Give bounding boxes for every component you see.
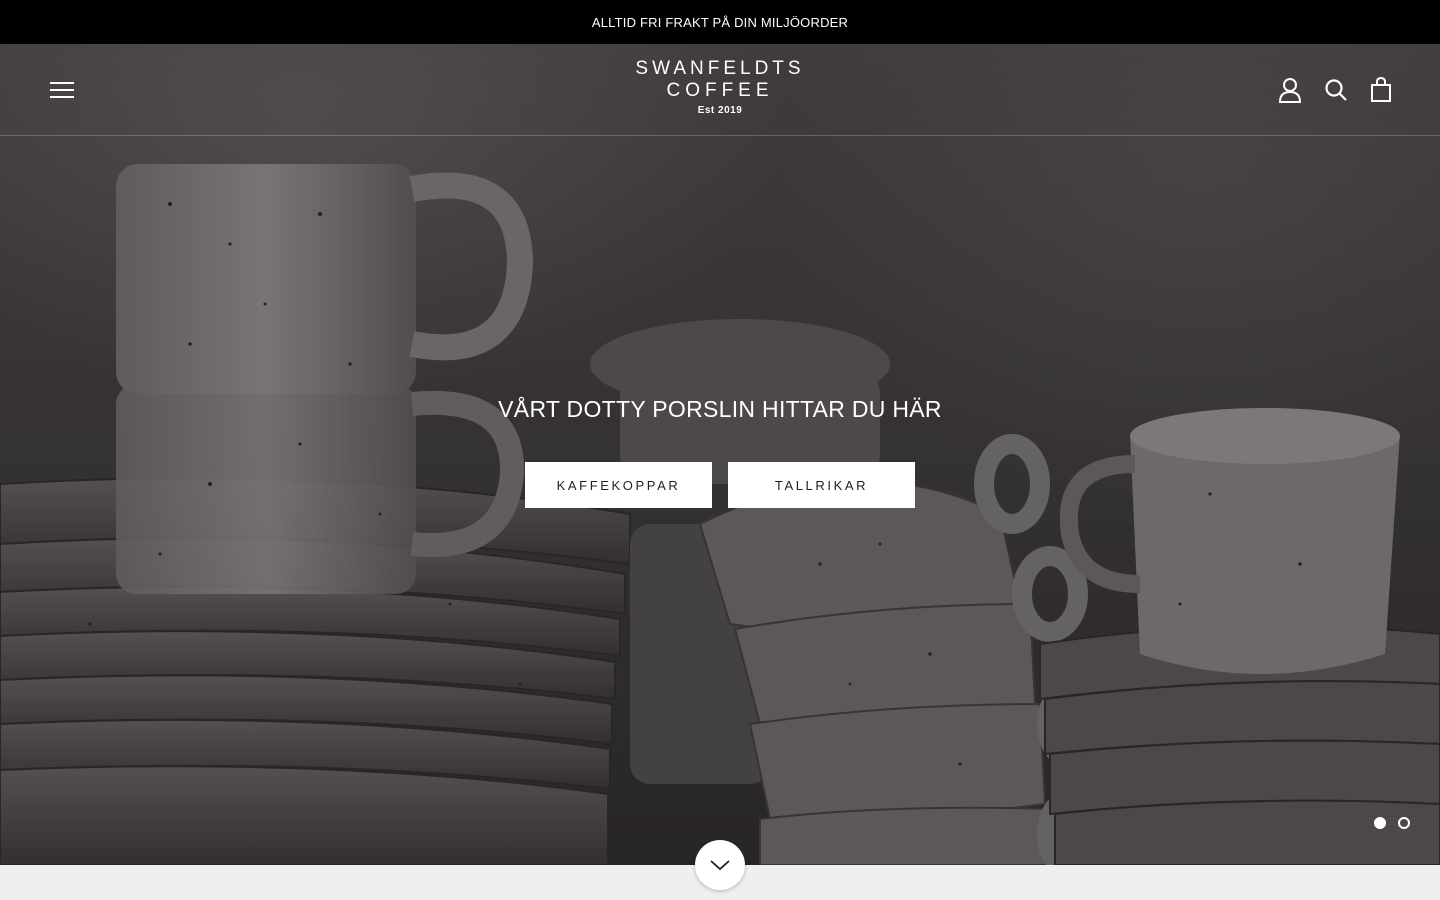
chevron-down-icon xyxy=(710,860,730,871)
search-icon[interactable] xyxy=(1322,76,1350,104)
announcement-text: ALLTID FRI FRAKT PÅ DIN MILJÖORDER xyxy=(591,14,849,30)
scroll-down-button[interactable] xyxy=(695,840,745,890)
logo-line2: COFFEE xyxy=(666,80,774,101)
site-header: SWANFELDTS COFFEE Est 2019 xyxy=(0,44,1440,136)
tallrikar-button[interactable]: TALLRIKAR xyxy=(728,462,915,508)
account-icon[interactable] xyxy=(1276,76,1304,104)
kaffekoppar-button[interactable]: KAFFEKOPPAR xyxy=(525,462,712,508)
hero-title: VÅRT DOTTY PORSLIN HITTAR DU HÄR xyxy=(498,396,942,422)
slideshow-dots xyxy=(1374,817,1410,829)
slide-dot-1[interactable] xyxy=(1374,817,1386,829)
slide-dot-2[interactable] xyxy=(1398,817,1410,829)
hamburger-menu-icon[interactable] xyxy=(48,78,76,102)
announcement-bar: ALLTID FRI FRAKT PÅ DIN MILJÖORDER xyxy=(0,0,1440,44)
hero-slideshow: SWANFELDTS COFFEE Est 2019 VÅRT DOTTY PO… xyxy=(0,44,1440,865)
logo-est: Est 2019 xyxy=(697,105,743,116)
logo-line1: SWANFELDTS xyxy=(635,58,805,79)
hero-buttons: KAFFEKOPPAR TALLRIKAR xyxy=(0,462,1440,508)
site-logo[interactable]: SWANFELDTS COFFEE Est 2019 xyxy=(620,58,820,126)
cart-bag-icon[interactable] xyxy=(1367,76,1395,104)
hero-background-image xyxy=(0,44,1440,865)
